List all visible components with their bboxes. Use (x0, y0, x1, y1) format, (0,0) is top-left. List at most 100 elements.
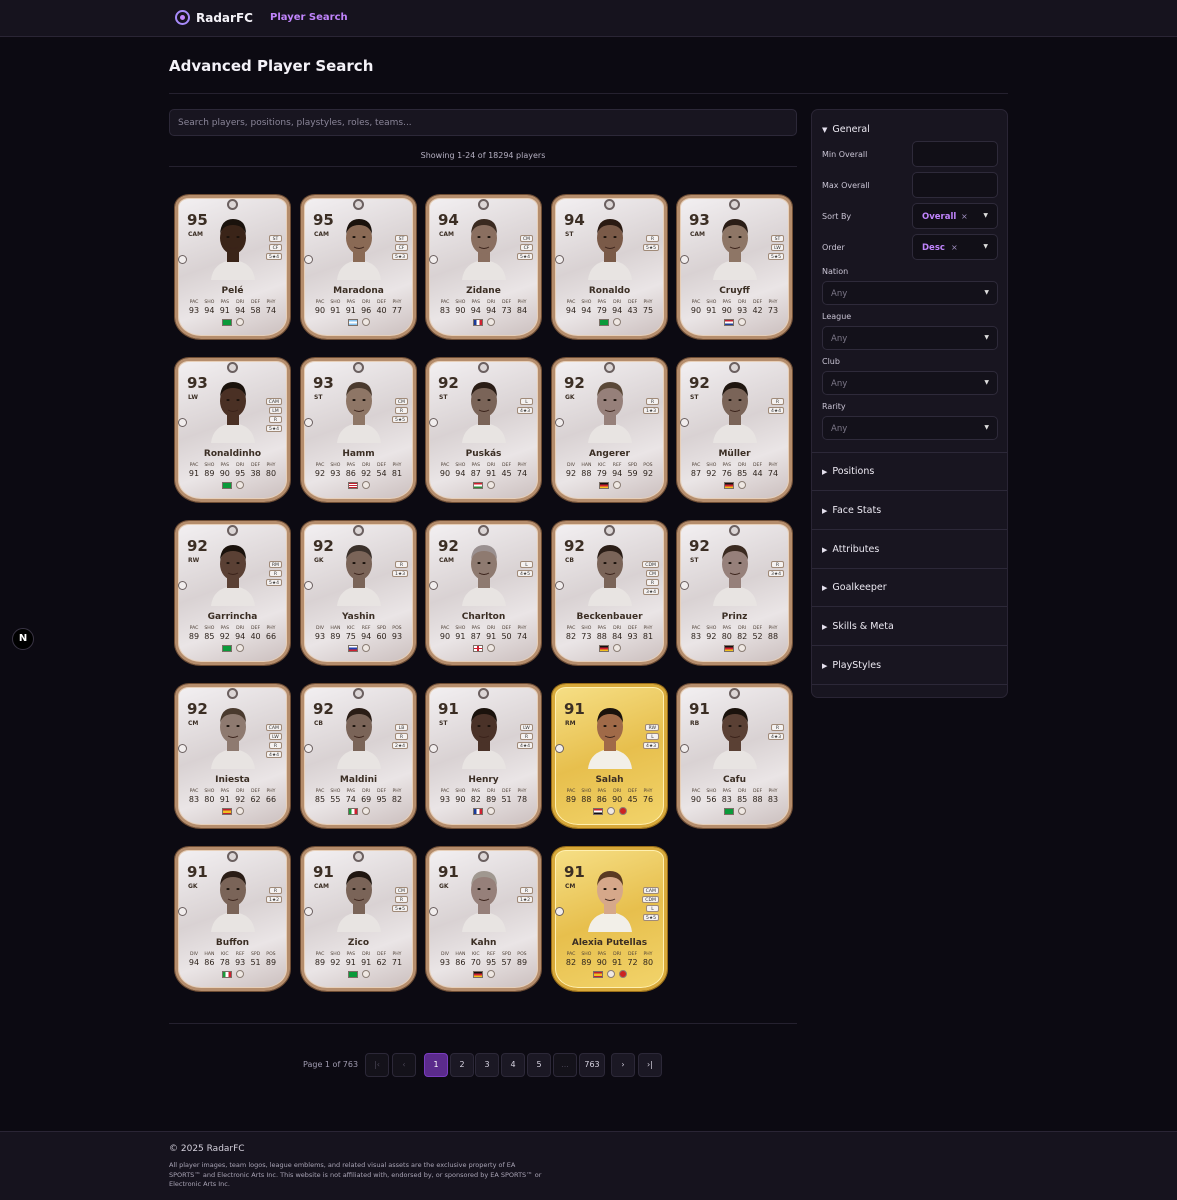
evolution-icon (304, 744, 313, 753)
next-page-button[interactable]: › (611, 1053, 635, 1077)
player-card[interactable]: 91 GK R 1★2 Kahn DIV HAN KIC REF SPD POS 93 86 7… (426, 847, 541, 991)
stat-value: 74 (345, 795, 356, 804)
section-positions[interactable]: ▶ Positions (822, 466, 874, 477)
clear-icon[interactable]: × (951, 243, 958, 252)
stat-value: 92 (314, 469, 326, 478)
player-card[interactable]: 94 CAM CM CF 5★4 Zidane PAC SHO PAS DRI DEF PHY… (426, 195, 541, 339)
player-card[interactable]: 91 CM CAM CDM L 5★5 Alexia Putellas PAC SHO P… (552, 847, 667, 991)
player-card[interactable]: 92 ST L 4★3 Puskás PAC SHO PAS DRI DEF PHY 90 9… (426, 358, 541, 502)
stat-label: DRI (236, 463, 245, 468)
stat-value: 89 (314, 958, 326, 967)
league-badge-icon (737, 644, 746, 652)
max-overall-input[interactable] (912, 172, 998, 198)
rarity-select[interactable]: Any ▼ (822, 416, 998, 440)
league-badge-icon (737, 481, 746, 489)
player-card[interactable]: 91 RB R 4★3 Cafu PAC SHO PAS DRI DEF PHY 90 56 8… (677, 684, 792, 828)
stat-label: KIC (597, 463, 606, 468)
section-goalkeeper[interactable]: ▶ Goalkeeper (822, 582, 887, 593)
player-card[interactable]: 92 ST R 4★4 Müller PAC SHO PAS DRI DEF PHY 87 9… (677, 358, 792, 502)
alt-positions: CAM LM R 5★4 (265, 398, 282, 432)
alt-position-chip: LW (771, 244, 784, 251)
section-playstyles[interactable]: ▶ PlayStyles (822, 660, 881, 671)
dev-badge[interactable]: N (12, 628, 34, 650)
stat-value: 69 (361, 795, 372, 804)
prev-page-button[interactable]: ‹ (392, 1053, 416, 1077)
section-attributes[interactable]: ▶ Attributes (822, 544, 879, 555)
card-affiliations (301, 481, 416, 489)
stat-label: PAC (189, 463, 199, 468)
player-portrait-image (337, 871, 381, 932)
alt-position-chip: R (269, 416, 282, 423)
player-card[interactable]: 91 CAM CM R 5★5 Zico PAC SHO PAS DRI DEF PHY 89… (301, 847, 416, 991)
stat-labels: DIV HAN KIC REF SPD POS (313, 626, 404, 631)
page-button-5[interactable]: 5 (527, 1053, 551, 1077)
player-name: Cruyff (719, 286, 750, 296)
page-button-4[interactable]: 4 (501, 1053, 525, 1077)
player-card[interactable]: 92 RW RM R 5★4 Garrincha PAC SHO PAS DRI DEF PH… (175, 521, 290, 665)
stat-value: 54 (376, 469, 387, 478)
player-card[interactable]: 92 GK R 1★3 Angerer DIV HAN KIC REF SPD POS 92… (552, 358, 667, 502)
player-card[interactable]: 92 GK R 1★3 Yashin DIV HAN KIC REF SPD POS 93 8… (301, 521, 416, 665)
player-card[interactable]: 92 CB CDM CM R 3★4 Beckenbauer PAC SHO PAS DRI… (552, 521, 667, 665)
min-overall-input[interactable] (912, 141, 998, 167)
player-card[interactable]: 95 CAM ST CF 5★3 Maradona PAC SHO PAS DRI DEF P… (301, 195, 416, 339)
stat-label: HAN (330, 626, 341, 631)
stat-value: 85 (204, 632, 215, 641)
player-card[interactable]: 91 ST LW R 4★4 Henry PAC SHO PAS DRI DEF PHY 93… (426, 684, 541, 828)
section-face-stats[interactable]: ▶ Face Stats (822, 505, 881, 516)
club-badge-icon (618, 807, 627, 815)
stat-value: 60 (376, 632, 387, 641)
icon-badge-icon (477, 199, 489, 210)
player-card[interactable]: 91 GK R 1★2 Buffon DIV HAN KIC REF SPD POS 94 8… (175, 847, 290, 991)
player-card[interactable]: 95 CAM ST CF 5★4 Pelé PAC SHO PAS DRI DEF PHY 9… (175, 195, 290, 339)
card-affiliations (175, 644, 290, 652)
order-select[interactable]: Desc × ▼ (912, 234, 998, 260)
brand-logo[interactable]: RadarFC (175, 10, 253, 25)
search-input[interactable] (169, 109, 797, 136)
page-button-2[interactable]: 2 (450, 1053, 474, 1077)
stat-values: 92 93 86 92 54 81 (313, 469, 404, 478)
sort-by-select[interactable]: Overall × ▼ (912, 203, 998, 229)
player-card[interactable]: 93 ST CM R 5★5 Hamm PAC SHO PAS DRI DEF PHY 92 9… (301, 358, 416, 502)
player-card[interactable]: 93 CAM ST LW 5★5 Cruyff PAC SHO PAS DRI DEF PHY… (677, 195, 792, 339)
stat-labels: PAC SHO PAS DRI DEF PHY (187, 300, 278, 305)
last-page-button[interactable]: ›| (638, 1053, 662, 1077)
stat-value: 80 (721, 632, 732, 641)
stat-value: 94 (581, 306, 592, 315)
icon-badge-icon (226, 362, 238, 373)
alt-position-chip: 5★5 (392, 905, 408, 912)
player-card[interactable]: 93 LW CAM LM R 5★4 Ronaldinho PAC SHO PAS DRI D… (175, 358, 290, 502)
alt-position-chip: R (269, 887, 282, 894)
chevron-down-icon: ▼ (984, 424, 989, 431)
stat-value: 86 (204, 958, 215, 967)
player-card[interactable]: 92 CM CAM LW R 4★4 Iniesta PAC SHO PAS DRI DEF P… (175, 684, 290, 828)
stat-label: SHO (581, 300, 592, 305)
clear-icon[interactable]: × (961, 212, 968, 221)
nav-link-player-search[interactable]: Player Search (270, 12, 348, 23)
player-card[interactable]: 92 CAM L 4★5 Charlton PAC SHO PAS DRI DEF PHY … (426, 521, 541, 665)
section-skills-meta[interactable]: ▶ Skills & Meta (822, 621, 894, 632)
club-select[interactable]: Any ▼ (822, 371, 998, 395)
stat-label: PAS (471, 463, 481, 468)
player-card[interactable]: 92 ST R 3★4 Prinz PAC SHO PAS DRI DEF PHY 83 92… (677, 521, 792, 665)
stat-value: 96 (361, 306, 372, 315)
league-select[interactable]: Any ▼ (822, 326, 998, 350)
page-button-3[interactable]: 3 (475, 1053, 499, 1077)
nation-select[interactable]: Any ▼ (822, 281, 998, 305)
alt-position-chip: L (520, 561, 533, 568)
stat-label: PHY (392, 300, 402, 305)
stat-value: 90 (439, 469, 451, 478)
first-page-button[interactable]: |‹ (365, 1053, 389, 1077)
player-card[interactable]: 91 RM RW L 4★3 Salah PAC SHO PAS DRI DEF PHY 89… (552, 684, 667, 828)
stat-label: PHY (643, 789, 653, 794)
page-button-last[interactable]: 763 (579, 1053, 605, 1077)
stat-label: DRI (487, 300, 496, 305)
player-card[interactable]: 92 CB LB R 2★4 Maldini PAC SHO PAS DRI DEF PHY … (301, 684, 416, 828)
player-card[interactable]: 94 ST R 5★5 Ronaldo PAC SHO PAS DRI DEF PHY 94… (552, 195, 667, 339)
page-button-1[interactable]: 1 (424, 1053, 448, 1077)
player-portrait (203, 536, 263, 606)
alt-position-chip: CF (395, 244, 408, 251)
alt-position-chip: 4★3 (517, 407, 533, 414)
section-general[interactable]: ▼ General (822, 124, 870, 135)
stat-label: PAC (566, 952, 576, 957)
